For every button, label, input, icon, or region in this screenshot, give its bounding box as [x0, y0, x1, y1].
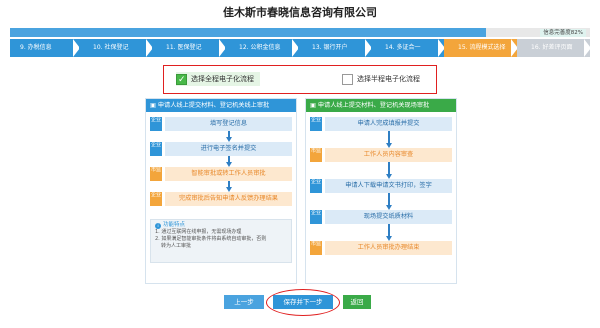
save-button-highlight: [266, 289, 340, 316]
step-tab[interactable]: 16. 好差评页面: [517, 39, 590, 57]
flow-step: 企业 填写登记信息: [150, 117, 292, 131]
flow-step: 企业 现场提交纸质材料: [310, 210, 452, 224]
flow-step-text: 填写登记信息: [165, 117, 292, 131]
flow-step-role: 企业: [150, 142, 162, 156]
progress-text: 信息完善度82%: [540, 29, 586, 37]
flow-step-role: 市监: [310, 241, 322, 255]
half-electronic-option[interactable]: 选择半程电子化流程: [342, 72, 420, 86]
step-tab[interactable]: 9. 办税信息: [10, 39, 79, 57]
info-icon: i: [155, 222, 161, 229]
flow-step-text: 现场提交纸质材料: [325, 210, 452, 224]
half-electronic-label: 选择半程电子化流程: [357, 75, 420, 83]
flow-step: 企业 进行电子签名并提交: [150, 142, 292, 156]
flow-step-role: 市监: [150, 167, 162, 181]
flow-step-role: 企业: [310, 117, 322, 131]
features-box: i 功能特点 1. 通过互联网在线申报，无需现场办理 2. 如果满足智能审批条件…: [150, 219, 292, 263]
flow-arrow-stem: [388, 193, 390, 205]
page-header: 佳木斯市春晓信息咨询有限公司: [0, 0, 600, 28]
flow-step-text: 工作人员审批办理结束: [325, 241, 452, 255]
flow-step: 企业 申请人下载申请文书打印，签字: [310, 179, 452, 193]
step-tab[interactable]: 12. 公积金信息: [225, 39, 298, 57]
flow-step-text: 工作人员内容审查: [325, 148, 452, 162]
flow-step-text: 智能审批或转工作人员审批: [165, 167, 292, 181]
flow-step: 市监 工作人员内容审查: [310, 148, 452, 162]
flow-step-role: 市监: [310, 148, 322, 162]
panel-title-icon: ▣: [310, 102, 316, 109]
step-tab[interactable]: 14. 多证合一: [371, 39, 444, 57]
flow-arrow-stem: [388, 224, 390, 236]
progress-bar: [10, 28, 590, 37]
panel-title-icon: ▣: [150, 102, 156, 109]
flow-step-text: 进行电子签名并提交: [165, 142, 292, 156]
full-electronic-label: 选择全程电子化流程: [191, 75, 254, 83]
flow-step-text: 完成审批后告知申请人反馈办理结果: [165, 192, 292, 206]
flow-step: 市监 工作人员审批办理结束: [310, 241, 452, 255]
step-tab[interactable]: 10. 社保登记: [79, 39, 152, 57]
half-electronic-checkbox[interactable]: [342, 73, 353, 85]
full-electronic-panel: ▣ 申请人线上提交材料、登记机关线上审批 企业 填写登记信息 企业 进行电子签名并提交…: [145, 98, 297, 284]
flow-step-role: 企业: [150, 117, 162, 131]
step-tab[interactable]: 15. 流程模式选择: [444, 39, 517, 57]
flow-step: 企业 申请人完成填报并提交: [310, 117, 452, 131]
flow-step: 市监 智能审批或转工作人员审批: [150, 167, 292, 181]
full-electronic-panel-title: ▣ 申请人线上提交材料、登记机关线上审批: [146, 99, 296, 112]
flow-step-text: 申请人下载申请文书打印，签字: [325, 179, 452, 193]
flow-step-role: 企业: [150, 192, 162, 206]
flow-step-text: 申请人完成填报并提交: [325, 117, 452, 131]
features-title: i 功能特点: [155, 222, 287, 229]
feature-line: 转为人工审批: [161, 243, 192, 249]
feature-line: 1. 通过互联网在线申报，无需现场办理: [155, 229, 242, 235]
flow-arrow-stem: [388, 131, 390, 143]
feature-line: 2. 如果满足智能审批条件将由系统自动审批，否则: [155, 236, 267, 242]
full-electronic-checkbox[interactable]: [176, 73, 187, 87]
flow-step-role: 企业: [310, 210, 322, 224]
flow-arrow-stem: [388, 162, 390, 174]
half-electronic-panel: ▣ 申请人线上提交材料、登记机关现场审批 企业 申请人完成填报并提交 市监 工作人员内…: [305, 98, 457, 284]
previous-step-button[interactable]: 上一步: [224, 295, 264, 309]
flow-step: 企业 完成审批后告知申请人反馈办理结果: [150, 192, 292, 206]
step-tab[interactable]: 11. 医保登记: [152, 39, 225, 57]
company-name: 佳木斯市春晓信息咨询有限公司: [223, 6, 377, 19]
step-navigation: 9. 办税信息 10. 社保登记 11. 医保登记 12. 公积金信息 13. 银行开户…: [10, 39, 590, 57]
progress-fill: [10, 28, 486, 37]
full-electronic-option[interactable]: 选择全程电子化流程: [176, 72, 260, 87]
flow-step-role: 企业: [310, 179, 322, 193]
return-button[interactable]: 返回: [343, 295, 371, 309]
half-electronic-panel-title: ▣ 申请人线上提交材料、登记机关现场审批: [306, 99, 456, 112]
step-tab[interactable]: 13. 银行开户: [298, 39, 371, 57]
